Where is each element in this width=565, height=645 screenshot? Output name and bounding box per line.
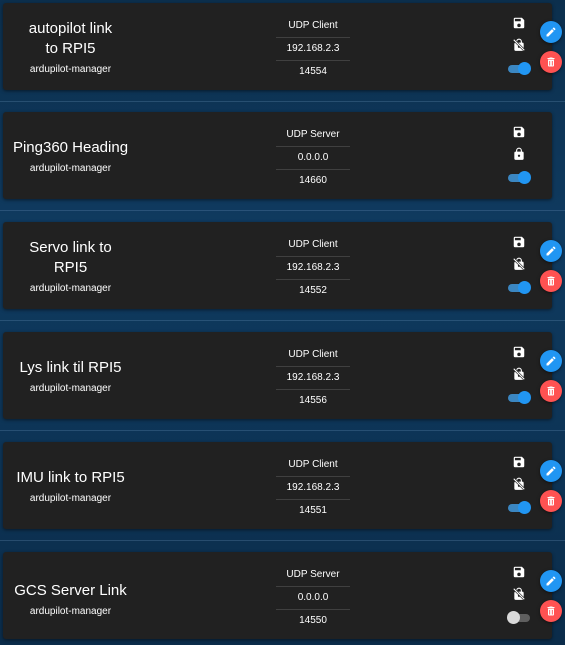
port-number: 14660 <box>299 175 327 186</box>
edit-button[interactable] <box>540 460 562 482</box>
pencil-icon <box>545 575 557 587</box>
enable-toggle[interactable] <box>508 501 531 515</box>
enable-toggle[interactable] <box>508 171 531 185</box>
port-number: 14552 <box>299 285 327 296</box>
trash-icon <box>545 275 557 287</box>
ip-address: 192.168.2.3 <box>276 257 350 280</box>
endpoint-info: UDP Server 0.0.0.0 14660 <box>276 124 350 192</box>
pencil-icon <box>545 465 557 477</box>
endpoint-name: Lys link til RPI5 <box>19 358 122 376</box>
endpoint-name: autopilot link to RPI5 <box>28 19 113 57</box>
enable-toggle[interactable] <box>508 281 531 295</box>
endpoint-card: autopilot link to RPI5 ardupilot-manager U… <box>3 3 552 90</box>
edit-button[interactable] <box>540 570 562 592</box>
pencil-icon <box>545 26 557 38</box>
pencil-icon <box>545 355 557 367</box>
endpoint-name-block: GCS Server Link ardupilot-manager <box>3 555 138 642</box>
card-separator <box>0 101 565 102</box>
ip-address: 192.168.2.3 <box>276 367 350 390</box>
save-icon <box>509 343 529 361</box>
save-icon <box>509 14 529 32</box>
edit-button[interactable] <box>540 240 562 262</box>
ip-address: 192.168.2.3 <box>276 477 350 500</box>
endpoint-name: Servo link to RPI5 <box>29 238 112 276</box>
endpoint-card: IMU link to RPI5 ardupilot-manager UDP Cli… <box>3 442 552 529</box>
endpoint-card: GCS Server Link ardupilot-manager UDP Serv… <box>3 552 552 639</box>
endpoint-card: Ping360 Heading ardupilot-manager UDP Serv… <box>3 112 552 199</box>
lock-off-icon <box>509 365 529 383</box>
card-separator <box>0 540 565 541</box>
save-icon <box>509 453 529 471</box>
enable-toggle[interactable] <box>508 62 531 76</box>
ip-address: 192.168.2.3 <box>276 38 350 61</box>
port-number: 14551 <box>299 505 327 516</box>
ip-address: 0.0.0.0 <box>276 147 350 170</box>
endpoint-card: Lys link til RPI5 ardupilot-manager UDP Cl… <box>3 332 552 419</box>
card-separator <box>0 210 565 211</box>
connection-type: UDP Client <box>276 344 350 367</box>
enable-toggle[interactable] <box>508 391 531 405</box>
trash-icon <box>545 385 557 397</box>
endpoint-info: UDP Client 192.168.2.3 14554 <box>276 15 350 83</box>
lock-icon <box>509 145 529 163</box>
lock-off-icon <box>509 255 529 273</box>
endpoint-owner: ardupilot-manager <box>29 282 112 294</box>
endpoint-info: UDP Client 192.168.2.3 14552 <box>276 234 350 302</box>
endpoint-owner: ardupilot-manager <box>29 605 112 617</box>
save-icon <box>509 233 529 251</box>
delete-button[interactable] <box>540 600 562 622</box>
endpoint-owner: ardupilot-manager <box>29 162 112 174</box>
delete-button[interactable] <box>540 270 562 292</box>
connection-type: UDP Client <box>276 15 350 38</box>
endpoint-info: UDP Server 0.0.0.0 14550 <box>276 564 350 632</box>
save-icon <box>509 563 529 581</box>
delete-button[interactable] <box>540 380 562 402</box>
pencil-icon <box>545 245 557 257</box>
endpoint-name: IMU link to RPI5 <box>16 468 125 486</box>
endpoint-card: Servo link to RPI5 ardupilot-manager UDP C… <box>3 222 552 309</box>
endpoint-owner: ardupilot-manager <box>29 382 112 394</box>
endpoint-name: Ping360 Heading <box>12 138 129 156</box>
endpoint-info: UDP Client 192.168.2.3 14551 <box>276 454 350 522</box>
trash-icon <box>545 605 557 617</box>
endpoint-name-block: Servo link to RPI5 ardupilot-manager <box>3 222 138 309</box>
ip-address: 0.0.0.0 <box>276 587 350 610</box>
endpoint-name-block: Lys link til RPI5 ardupilot-manager <box>3 332 138 419</box>
lock-off-icon <box>509 585 529 603</box>
delete-button[interactable] <box>540 490 562 512</box>
connection-type: UDP Client <box>276 454 350 477</box>
trash-icon <box>545 56 557 68</box>
lock-off-icon <box>509 36 529 54</box>
card-separator <box>0 430 565 431</box>
card-separator <box>0 320 565 321</box>
trash-icon <box>545 495 557 507</box>
delete-button[interactable] <box>540 51 562 73</box>
endpoint-name: GCS Server Link <box>14 581 127 599</box>
endpoint-name-block: autopilot link to RPI5 ardupilot-manager <box>3 3 138 90</box>
edit-button[interactable] <box>540 21 562 43</box>
endpoint-info: UDP Client 192.168.2.3 14556 <box>276 344 350 412</box>
endpoint-name-block: IMU link to RPI5 ardupilot-manager <box>3 442 138 529</box>
connection-type: UDP Server <box>276 564 350 587</box>
port-number: 14556 <box>299 395 327 406</box>
endpoint-name-block: Ping360 Heading ardupilot-manager <box>3 112 138 199</box>
connection-type: UDP Client <box>276 234 350 257</box>
connection-type: UDP Server <box>276 124 350 147</box>
lock-off-icon <box>509 475 529 493</box>
endpoint-owner: ardupilot-manager <box>29 492 112 504</box>
edit-button[interactable] <box>540 350 562 372</box>
endpoint-owner: ardupilot-manager <box>29 63 112 75</box>
save-icon <box>509 123 529 141</box>
enable-toggle[interactable] <box>507 611 531 625</box>
port-number: 14550 <box>299 615 327 626</box>
port-number: 14554 <box>299 66 327 77</box>
